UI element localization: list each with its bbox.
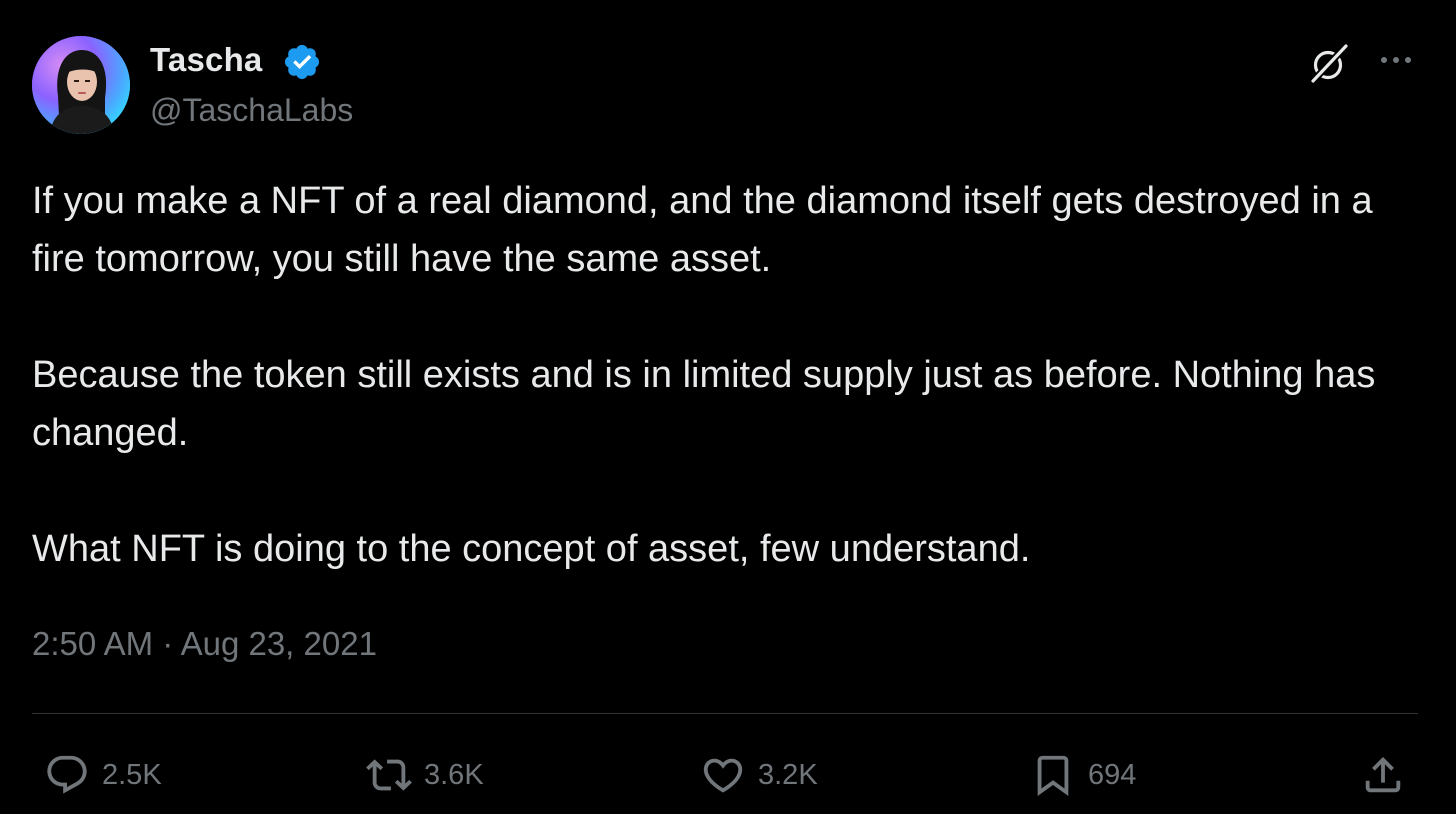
retweet-count: 3.6K [424,758,484,791]
tweet-paragraph: What NFT is doing to the concept of asse… [32,528,1031,570]
like-button[interactable]: 3.2K [700,752,818,798]
grok-icon[interactable] [1304,38,1354,88]
author-handle[interactable]: @TaschaLabs [150,90,353,130]
verified-badge-icon [284,44,320,80]
reply-count: 2.5K [102,758,162,791]
tweet-timestamp[interactable]: 2:50 AM · Aug 23, 2021 [32,622,377,666]
more-icon[interactable] [1376,44,1416,76]
avatar[interactable] [32,36,130,134]
heart-icon [703,758,743,793]
share-icon [1365,756,1401,793]
share-button[interactable] [1360,752,1406,798]
tweet-paragraph: If you make a NFT of a real diamond, and… [32,180,1373,280]
avatar-image [32,36,130,134]
reply-button[interactable]: 2.5K [44,752,162,798]
reply-icon [47,755,87,794]
tweet-text: If you make a NFT of a real diamond, and… [32,172,1412,578]
like-count: 3.2K [758,758,818,791]
bookmark-count: 694 [1088,758,1137,791]
divider [32,713,1418,714]
bookmark-icon [1037,755,1069,796]
retweet-button[interactable]: 3.6K [366,752,484,798]
tweet-card: Tascha @TaschaLabs If you make a NFT of … [0,0,1456,814]
display-name[interactable]: Tascha [150,40,262,80]
tweet-paragraph: Because the token still exists and is in… [32,354,1376,454]
retweet-icon [366,759,412,791]
bookmark-button[interactable]: 694 [1030,752,1136,798]
